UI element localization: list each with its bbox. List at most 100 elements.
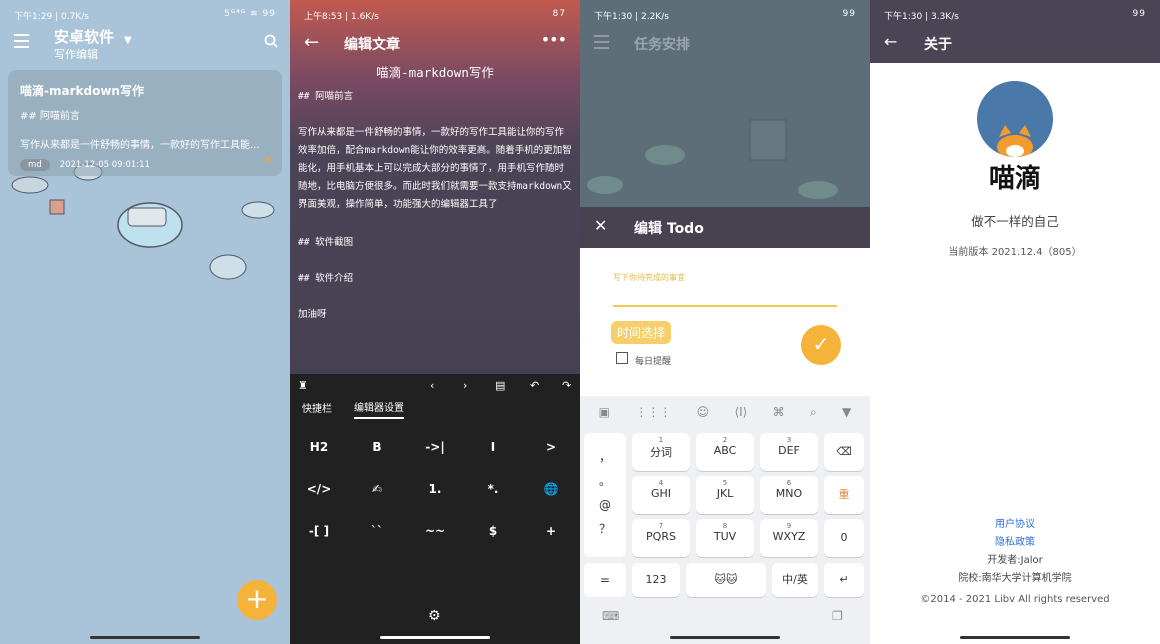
page-title: 编辑文章: [344, 37, 400, 53]
key-5[interactable]: 5 JKL: [696, 476, 754, 514]
enter-key[interactable]: ↵: [824, 563, 864, 597]
redo-icon[interactable]: ↷: [562, 379, 571, 392]
unsynced-dot: [265, 157, 270, 162]
key-number: 6: [786, 479, 792, 487]
cursor-right-icon[interactable]: ›: [463, 379, 467, 392]
todo-input[interactable]: 写下你待完成的事宜: [613, 272, 685, 283]
key-unordered-list[interactable]: *.: [464, 468, 522, 510]
status-speed: 2.2K/s: [640, 12, 669, 22]
developer-label: 开发者:Jalor: [987, 555, 1043, 566]
status-time: 下午1:29: [14, 12, 53, 22]
search-icon[interactable]: ⌕: [810, 405, 817, 420]
gear-icon[interactable]: ⚙: [428, 608, 441, 624]
key-0[interactable]: 0: [824, 519, 864, 557]
more-icon[interactable]: •••: [541, 30, 567, 49]
status-time: 下午1:30: [884, 12, 923, 22]
tab-editor-settings[interactable]: 编辑器设置: [354, 399, 404, 419]
key-code[interactable]: </>: [290, 468, 348, 510]
key-7[interactable]: 7 PQRS: [632, 519, 690, 557]
chevron-down-icon[interactable]: ▼: [124, 35, 132, 46]
key-more[interactable]: +: [522, 510, 580, 552]
status-time: 下午1:30: [594, 12, 633, 22]
symbol-key[interactable]: =: [584, 563, 626, 597]
key-math[interactable]: $: [464, 510, 522, 552]
doc-line[interactable]: ## 软件介绍: [298, 270, 572, 288]
markdown-editor[interactable]: 喵滴-markdown写作 ## 阿喵前言 写作从来都是一件舒畅的事情，一款好的…: [298, 64, 572, 324]
numeric-key[interactable]: 123: [632, 563, 680, 597]
tab-shortcuts[interactable]: 快捷栏: [302, 400, 332, 418]
clipboard-icon[interactable]: ⌘: [773, 405, 785, 419]
key-1[interactable]: 1 分词: [632, 433, 690, 471]
top-app-bar: ← 关于: [870, 26, 1160, 63]
note-card[interactable]: 喵滴-markdown写作 ## 阿喵前言 写作从来都是一件舒畅的事情，一款好的…: [8, 70, 282, 176]
key-3[interactable]: 3 DEF: [760, 433, 818, 471]
confirm-button[interactable]: ✓: [801, 325, 841, 365]
emoji-icon[interactable]: ☺: [697, 405, 710, 419]
key-link[interactable]: 🌐: [522, 468, 580, 510]
app-slogan: 做不一样的自己: [971, 214, 1059, 229]
doc-line[interactable]: ## 软件截图: [298, 234, 572, 252]
editor-screen: 上午8:53 | 1.6K/s 87 ← 编辑文章 ••• 喵滴-markdow…: [290, 0, 580, 644]
key-6[interactable]: 6 MNO: [760, 476, 818, 514]
add-note-button[interactable]: +: [237, 580, 277, 620]
key-inline-code[interactable]: ``: [348, 510, 406, 552]
collapse-icon[interactable]: ▼: [842, 405, 851, 419]
clipboard-panel-icon[interactable]: ❐: [832, 609, 843, 623]
symbol-column[interactable]: ， 。 @ ？: [584, 433, 626, 557]
category-title[interactable]: 安卓软件: [54, 26, 114, 47]
lang-switch-key[interactable]: 中/英: [772, 563, 818, 597]
keyboard-icon[interactable]: ⌨: [602, 609, 619, 623]
back-arrow-icon[interactable]: ←: [884, 32, 897, 51]
key-indent[interactable]: ->|: [406, 426, 464, 468]
copyright: ©2014 - 2021 Libv All rights reserved: [920, 594, 1110, 605]
privacy-policy-link[interactable]: 隐私政策: [870, 534, 1160, 552]
key-quote[interactable]: >: [522, 426, 580, 468]
undo-icon[interactable]: ↶: [530, 379, 539, 392]
menu-icon[interactable]: [14, 34, 29, 48]
key-number: 8: [722, 522, 728, 530]
key-label: DEF: [778, 444, 800, 457]
key-8[interactable]: 8 TUV: [696, 519, 754, 557]
category-subtitle[interactable]: 写作编辑: [54, 46, 98, 62]
ime-logo-icon[interactable]: ▣: [599, 405, 610, 419]
ime-toolbar: ▣ ⋮⋮⋮ ☺ ⟨I⟩ ⌘ ⌕ ▼: [580, 397, 870, 427]
key-4[interactable]: 4 GHI: [632, 476, 690, 514]
symbol-key[interactable]: ？: [584, 517, 626, 541]
key-italic[interactable]: I: [464, 426, 522, 468]
retype-key[interactable]: 重: [824, 476, 864, 514]
user-agreement-link[interactable]: 用户协议: [870, 516, 1160, 534]
key-task[interactable]: -[ ]: [290, 510, 348, 552]
space-key[interactable]: 🐱🐱: [686, 563, 766, 597]
key-9[interactable]: 9 WXYZ: [760, 519, 818, 557]
key-label: MNO: [775, 487, 803, 500]
cursor-left-icon[interactable]: ‹: [430, 379, 434, 392]
daily-reminder-checkbox[interactable]: [616, 352, 628, 364]
doc-title[interactable]: 喵滴-markdown写作: [298, 64, 572, 82]
key-ordered-list[interactable]: 1.: [406, 468, 464, 510]
key-number: 9: [786, 522, 792, 530]
doc-line[interactable]: 写作从来都是一件舒畅的事情，一款好的写作工具能让你的写作效率加倍，配合markd…: [298, 124, 572, 214]
key-h2[interactable]: H2: [290, 426, 348, 468]
doc-line[interactable]: ## 阿喵前言: [298, 88, 572, 106]
key-signature[interactable]: ✍: [348, 468, 406, 510]
back-arrow-icon[interactable]: ←: [304, 32, 319, 53]
cursor-icon[interactable]: ⟨I⟩: [734, 405, 747, 419]
doc-line[interactable]: 加油呀: [298, 306, 572, 324]
clipboard-icon[interactable]: ▤: [495, 379, 505, 392]
key-bold[interactable]: B: [348, 426, 406, 468]
key-2[interactable]: 2 ABC: [696, 433, 754, 471]
top-app-bar: ← 编辑文章 •••: [290, 26, 580, 60]
delete-key[interactable]: ⌫: [824, 433, 864, 471]
status-bar: 下午1:30 | 2.2K/s 99: [580, 0, 870, 28]
close-icon[interactable]: ✕: [594, 216, 607, 235]
symbol-key[interactable]: ，: [584, 445, 626, 469]
time-select-button[interactable]: 时间选择: [611, 321, 672, 344]
symbol-key[interactable]: @: [584, 493, 626, 517]
format-icon[interactable]: ♜: [298, 379, 308, 392]
symbol-key[interactable]: 。: [584, 469, 626, 493]
key-label: JKL: [716, 487, 734, 500]
menu-icon[interactable]: [594, 35, 609, 49]
search-icon[interactable]: [264, 34, 278, 48]
ime-grid-icon[interactable]: ⋮⋮⋮: [635, 405, 671, 419]
key-strikethrough[interactable]: ~~: [406, 510, 464, 552]
